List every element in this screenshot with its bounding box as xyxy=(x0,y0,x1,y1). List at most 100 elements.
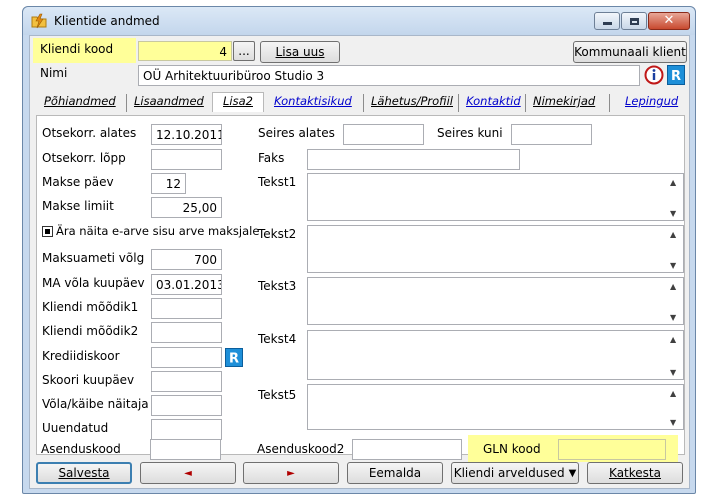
arrow-right-icon: ► xyxy=(287,467,295,479)
minimize-button[interactable] xyxy=(594,12,620,30)
tekst2-textarea[interactable]: ▲ ▼ xyxy=(307,225,684,273)
tekst3-scrollbar[interactable]: ▲ ▼ xyxy=(666,278,683,324)
otsekorr-lopp-input[interactable] xyxy=(151,149,222,170)
scroll-down-icon[interactable]: ▼ xyxy=(670,313,676,322)
dropdown-arrow-icon: ▼ xyxy=(568,467,577,479)
tab-lisaandmed[interactable]: Lisaandmed xyxy=(134,94,204,108)
asenduskood-input[interactable] xyxy=(150,439,221,460)
tekst4-textarea[interactable]: ▲ ▼ xyxy=(307,330,684,380)
maximize-icon xyxy=(629,17,639,25)
client-code-input[interactable]: 4 xyxy=(138,41,232,61)
tab-separator xyxy=(126,94,127,112)
scroll-up-icon[interactable]: ▲ xyxy=(670,335,676,344)
add-new-button[interactable]: Lisa uus xyxy=(260,41,340,63)
utility-client-button[interactable]: Kommunaali klient xyxy=(573,41,687,63)
scroll-down-icon[interactable]: ▼ xyxy=(670,209,676,218)
makse-limiit-label: Makse limiit xyxy=(42,199,114,213)
tab-panel-lisa2: Otsekorr. alates 12.10.2011 Otsekorr. lõ… xyxy=(36,115,685,455)
faks-input[interactable] xyxy=(307,149,520,170)
tekst1-scrollbar[interactable]: ▲ ▼ xyxy=(666,174,683,220)
vola-kaibe-label: Võla/käibe näitaja xyxy=(42,397,149,411)
tab-separator xyxy=(363,94,364,112)
tab-lepingud[interactable]: Lepingud xyxy=(625,94,678,108)
tab-nimekirjad[interactable]: Nimekirjad xyxy=(533,94,595,108)
makse-paev-label: Makse päev xyxy=(42,175,114,189)
close-button[interactable]: ✕ xyxy=(648,12,690,30)
client-invoices-button[interactable]: Kliendi arveldused ▼ xyxy=(451,462,579,484)
skoori-kuupaev-input[interactable] xyxy=(151,371,222,392)
maximize-button[interactable] xyxy=(621,12,647,30)
checkbox-mark-icon xyxy=(45,229,50,234)
tab-lahetus-profiil[interactable]: Lähetus/Profiil xyxy=(371,94,453,108)
svg-text:R: R xyxy=(229,352,239,367)
tab-kontaktisikud[interactable]: Kontaktisikud xyxy=(274,94,352,108)
otsekorr-alates-input[interactable]: 12.10.2011 xyxy=(151,124,222,145)
tekst2-label: Tekst2 xyxy=(258,227,297,241)
kliendi-moodik1-input[interactable] xyxy=(151,298,222,319)
ma-volg-kuupaev-input[interactable]: 03.01.2013 xyxy=(151,274,222,295)
minimize-icon xyxy=(602,22,612,25)
vola-kaibe-input[interactable] xyxy=(151,395,222,416)
tekst5-textarea[interactable]: ▲ ▼ xyxy=(307,384,684,430)
next-button[interactable]: ► xyxy=(243,462,339,484)
r-lookup-icon[interactable]: R xyxy=(225,348,243,367)
client-code-browse-button[interactable]: ... xyxy=(233,41,255,61)
arrow-left-icon: ◄ xyxy=(184,467,192,479)
faks-label: Faks xyxy=(258,151,285,165)
kliendi-moodik1-label: Kliendi mõõdik1 xyxy=(42,300,139,314)
form-body: Kliendi kood 4 ... Lisa uus Kommunaali k… xyxy=(29,35,690,489)
info-icon[interactable] xyxy=(644,65,664,85)
scroll-down-icon[interactable]: ▼ xyxy=(670,418,676,427)
otsekorr-alates-label: Otsekorr. alates xyxy=(42,126,137,140)
name-input[interactable]: OÜ Arhitektuuribüroo Studio 3 xyxy=(138,65,640,86)
hide-einvoice-label: Ära näita e-arve sisu arve maksjale xyxy=(56,224,260,238)
window-title: Klientide andmed xyxy=(54,14,160,28)
scroll-down-icon[interactable]: ▼ xyxy=(670,368,676,377)
hide-einvoice-checkbox[interactable] xyxy=(42,226,53,237)
scroll-up-icon[interactable]: ▲ xyxy=(670,282,676,291)
makse-limiit-input[interactable]: 25,00 xyxy=(151,197,222,218)
maksuameti-volg-label: Maksuameti võlg xyxy=(42,251,145,265)
tekst1-textarea[interactable]: ▲ ▼ xyxy=(307,173,684,221)
seires-kuni-input[interactable] xyxy=(511,124,592,145)
asenduskood2-input[interactable] xyxy=(352,439,462,460)
title-bar[interactable]: Klientide andmed ✕ xyxy=(23,7,695,35)
asenduskood-label: Asenduskood xyxy=(41,442,121,456)
scroll-up-icon[interactable]: ▲ xyxy=(670,389,676,398)
seires-alates-input[interactable] xyxy=(343,124,424,145)
tab-lisa2[interactable]: Lisa2 xyxy=(212,92,264,112)
tab-kontaktid[interactable]: Kontaktid xyxy=(466,94,521,108)
maksuameti-volg-input[interactable]: 700 xyxy=(151,249,222,270)
tekst3-label: Tekst3 xyxy=(258,279,297,293)
tekst4-scrollbar[interactable]: ▲ ▼ xyxy=(666,331,683,379)
tekst4-label: Tekst4 xyxy=(258,332,297,346)
uuendatud-label: Uuendatud xyxy=(42,421,109,435)
seires-kuni-label: Seires kuni xyxy=(437,126,503,140)
scroll-down-icon[interactable]: ▼ xyxy=(670,261,676,270)
otsekorr-lopp-label: Otsekorr. lõpp xyxy=(42,151,126,165)
previous-button[interactable]: ◄ xyxy=(140,462,236,484)
makse-paev-input[interactable]: 12 xyxy=(151,173,186,194)
client-data-window: Klientide andmed ✕ Kliendi kood 4 ... Li… xyxy=(22,6,696,494)
asenduskood2-label: Asenduskood2 xyxy=(257,442,345,456)
kliendi-moodik2-input[interactable] xyxy=(151,322,222,343)
remove-button[interactable]: Eemalda xyxy=(347,462,443,484)
save-button[interactable]: Salvesta xyxy=(36,462,132,484)
tab-pohiandmed[interactable]: Põhiandmed xyxy=(44,94,116,108)
tekst2-scrollbar[interactable]: ▲ ▼ xyxy=(666,226,683,272)
uuendatud-input[interactable] xyxy=(151,419,222,440)
scroll-up-icon[interactable]: ▲ xyxy=(670,178,676,187)
gln-kood-label: GLN kood xyxy=(483,442,541,456)
tekst3-textarea[interactable]: ▲ ▼ xyxy=(307,277,684,325)
tekst1-label: Tekst1 xyxy=(258,175,297,189)
tab-separator xyxy=(525,94,526,112)
tekst5-scrollbar[interactable]: ▲ ▼ xyxy=(666,385,683,429)
krediidiskoor-label: Krediidiskoor xyxy=(42,349,120,363)
cancel-button[interactable]: Katkesta xyxy=(587,462,683,484)
krediidiskoor-input[interactable] xyxy=(151,347,222,368)
gln-kood-input[interactable] xyxy=(558,439,666,460)
r-lookup-icon[interactable]: R xyxy=(667,65,685,85)
scroll-up-icon[interactable]: ▲ xyxy=(670,230,676,239)
seires-alates-label: Seires alates xyxy=(258,126,335,140)
client-invoices-label: Kliendi arveldused xyxy=(453,466,565,480)
